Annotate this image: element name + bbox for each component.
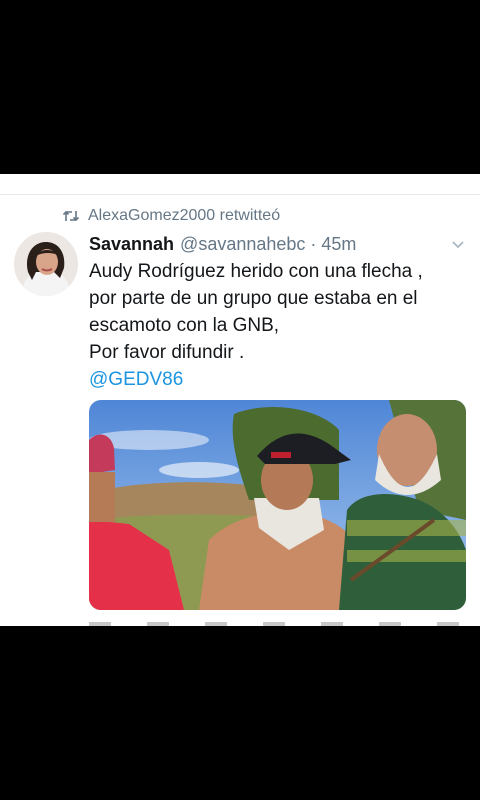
avatar-image [14,232,78,296]
tweet-header: Savannah @savannahebc · 45m [89,232,356,256]
tweet-text: Audy Rodríguez herido con una flecha , p… [89,258,469,393]
chevron-down-icon[interactable] [450,236,466,252]
avatar[interactable] [14,232,78,296]
divider [0,194,480,195]
retweet-context[interactable]: AlexaGomez2000 retwitteó [62,206,280,226]
timestamp[interactable]: 45m [321,234,356,255]
tweet-photo[interactable] [89,400,466,610]
tweet-text-line: escamoto con la GNB, [89,315,280,336]
tweet-card[interactable]: AlexaGomez2000 retwitteó Savannah @savan… [0,174,480,626]
author-name[interactable]: Savannah [89,234,174,255]
retweeted-by-text: AlexaGomez2000 retwitteó [88,207,281,224]
author-handle[interactable]: @savannahebc [180,234,305,255]
tweet-text-line: Audy Rodríguez herido con una flecha , [89,261,423,282]
next-tweet-peek [89,622,466,626]
photo-image [89,400,466,610]
mention-link[interactable]: @GEDV86 [89,366,469,393]
separator: · [310,233,317,254]
tweet-text-line: por parte de un grupo que estaba en el [89,288,418,309]
retweet-icon [62,210,80,222]
tweet-text-line: Por favor difundir . [89,342,245,363]
